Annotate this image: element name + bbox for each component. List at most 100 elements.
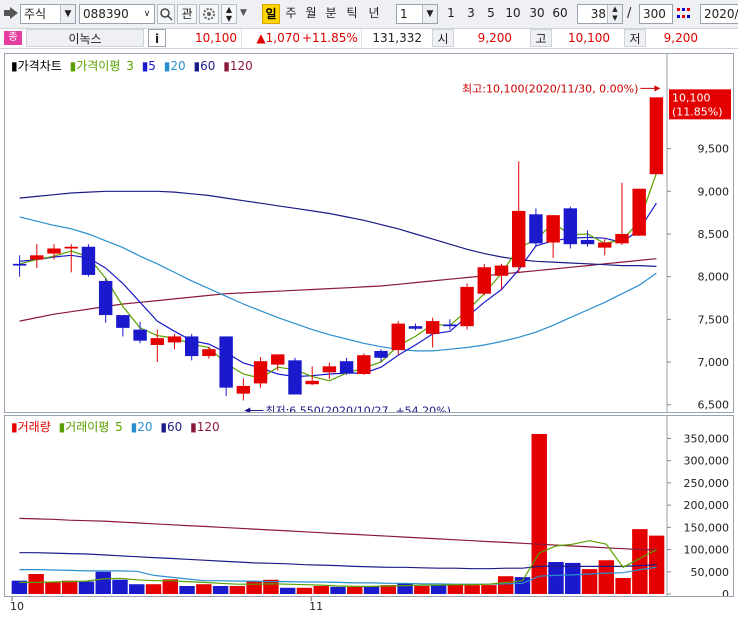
stock-code-input[interactable]: 088390 ∨ (79, 4, 155, 24)
market-select[interactable]: 주식 ▼ (20, 4, 76, 24)
quick-interval-60[interactable]: 60 (549, 4, 571, 24)
period-tab-month[interactable]: 월 (302, 4, 320, 24)
candle-body (649, 97, 664, 175)
volume-bar (95, 571, 111, 594)
quick-interval-30[interactable]: 30 (526, 4, 548, 24)
price-ma120-line (19, 258, 657, 322)
chevron-down-icon[interactable]: ∨ (140, 5, 154, 23)
candle-body (494, 265, 509, 276)
trade-volume: 131,332 (372, 31, 422, 45)
display-count-value: 38 (590, 7, 606, 21)
volume-bar (61, 580, 78, 594)
volume-bar (581, 569, 598, 594)
x-tick-label: 10 (10, 600, 24, 613)
volume-bar (414, 586, 430, 594)
volume-bar (112, 579, 128, 594)
high-label: 고 (530, 29, 552, 47)
candle-body (460, 286, 474, 327)
volume-bar (548, 562, 564, 594)
last-rate-label: (11.85%) (672, 105, 723, 118)
screen-link-icon[interactable] (4, 7, 18, 19)
x-axis: 10 11 (4, 597, 734, 615)
candle-body (167, 336, 182, 343)
volume-bar (464, 585, 480, 594)
candle-body (443, 324, 457, 327)
volume-bar (565, 562, 581, 594)
volume-bar (497, 576, 514, 594)
stock-name: 이녹스 (26, 29, 144, 47)
last-price-label: 10,100 (672, 91, 711, 104)
period-tab-year[interactable]: 년 (364, 4, 384, 24)
interval-value: 1 (400, 7, 408, 21)
low-label: 저 (624, 29, 646, 47)
search-button[interactable] (157, 4, 175, 24)
volume-bar (246, 581, 262, 594)
candle-body (425, 321, 440, 334)
interval-select[interactable]: 1 ▼ (396, 4, 438, 24)
candle-body (529, 214, 543, 244)
volume-bar (45, 581, 61, 594)
volume-bar (279, 587, 296, 594)
gear-icon (203, 8, 215, 20)
candle-body (116, 315, 130, 328)
candle-body (339, 361, 354, 374)
more-dropdown-icon[interactable]: ▼ (240, 8, 247, 18)
quick-interval-3[interactable]: 3 (462, 4, 480, 24)
high-annotation: 최고:10,100(2020/11/30, 0.00%) (462, 82, 638, 95)
count-separator: / (627, 6, 632, 21)
candle-body (615, 233, 629, 244)
candle-body (374, 350, 388, 358)
volume-chart[interactable]: 350,000 300,000 250,000 200,000 150,000 100,0… (5, 416, 733, 596)
quick-interval-10[interactable]: 10 (502, 4, 524, 24)
code-stepper[interactable]: ▲ ▼ (221, 4, 237, 24)
chart-settings-icon[interactable] (676, 6, 694, 22)
candle-body (598, 242, 612, 248)
price-tick-label: 9,500 (698, 143, 730, 156)
period-tab-tick[interactable]: 틱 (343, 4, 361, 24)
count-stepper[interactable]: ▲ ▼ (607, 5, 622, 23)
total-count-input[interactable]: 300 (639, 4, 673, 24)
price-chart[interactable]: 9,500 9,000 8,500 8,000 7,500 7,000 6,500 최고:10… (5, 54, 733, 412)
settings-button[interactable] (199, 4, 219, 24)
candle-body (563, 208, 578, 245)
volume-bar (447, 584, 464, 594)
quick-interval-1[interactable]: 1 (442, 4, 460, 24)
x-tick-label: 11 (309, 600, 323, 613)
high-price: 10,100 (568, 31, 610, 45)
price-ma5-line (19, 202, 657, 378)
candle-body (253, 361, 268, 384)
volume-tick-label: 150,000 (684, 521, 730, 534)
chevron-down-icon[interactable]: ▼ (60, 5, 75, 23)
search-icon (160, 8, 173, 21)
open-price: 9,200 (477, 31, 512, 45)
candle-body (236, 385, 251, 394)
candle-body (511, 210, 526, 268)
volume-bar (78, 581, 95, 594)
period-tab-week[interactable]: 주 (282, 4, 300, 24)
period-tab-minute[interactable]: 분 (322, 4, 340, 24)
candle-body (150, 338, 165, 345)
candle-body (81, 246, 96, 275)
candle-body (202, 349, 216, 357)
watchlist-button[interactable]: 관 (177, 4, 197, 24)
candle-body (12, 263, 27, 266)
low-annotation-arrowhead (244, 407, 251, 412)
price-change: ▲1,070 (256, 31, 300, 45)
period-tab-day[interactable]: 일 (262, 4, 280, 24)
low-price: 9,200 (663, 31, 698, 45)
volume-bar (531, 434, 547, 594)
candle-body (580, 239, 595, 245)
chevron-down-icon[interactable]: ▼ (422, 5, 437, 23)
stock-info-button[interactable]: i (148, 29, 166, 47)
display-count-input[interactable]: 38 ▲ ▼ (577, 4, 623, 24)
candle-body (47, 248, 61, 254)
volume-chart-panel[interactable]: ▮거래량 ▮거래이평 5 ▮20 ▮60 ▮120 350,000 300,000… (4, 415, 734, 597)
volume-bar (296, 587, 313, 594)
volume-tick-label: 50,000 (691, 566, 730, 579)
price-tick-label: 7,500 (698, 313, 730, 326)
quick-interval-5[interactable]: 5 (482, 4, 500, 24)
current-price: 10,100 (172, 29, 242, 47)
date-input[interactable]: 2020/ (700, 4, 738, 24)
volume-tick-label: 200,000 (684, 499, 730, 512)
price-chart-panel[interactable]: ▮가격차트 ▮가격이평 3 ▮5 ▮20 ▮60 ▮120 9,500 9,000… (4, 53, 734, 413)
